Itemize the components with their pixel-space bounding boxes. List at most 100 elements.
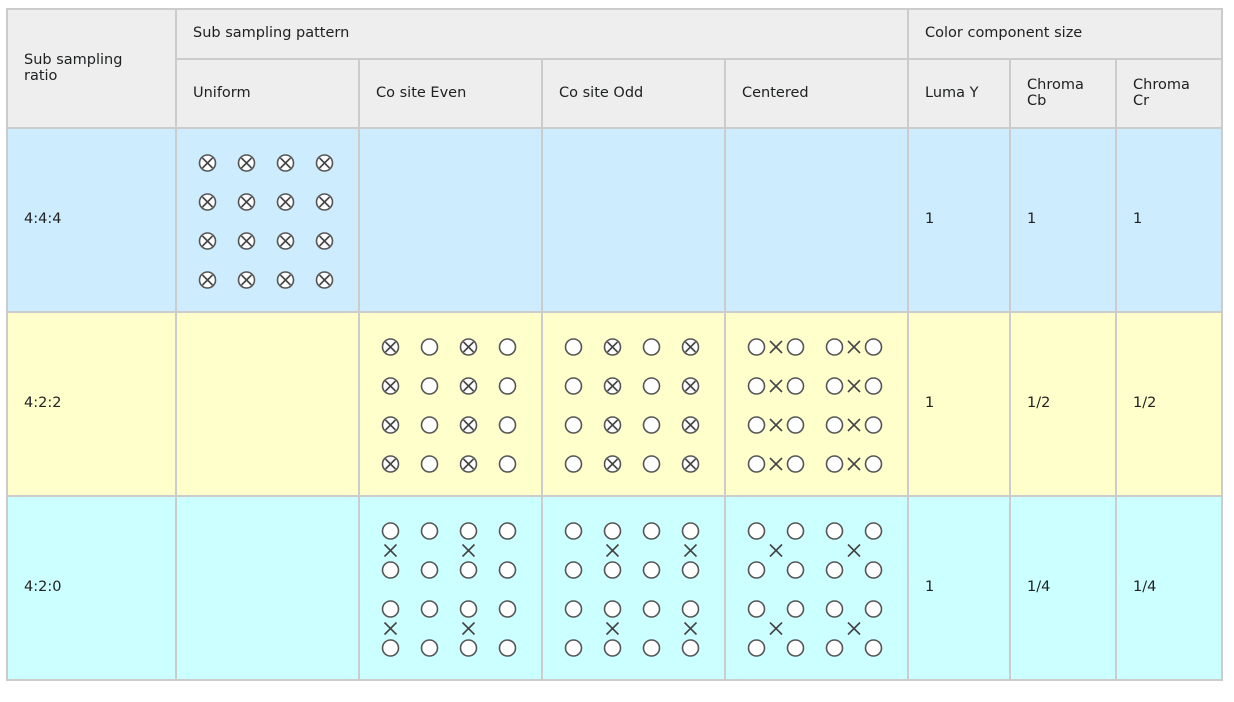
cb-size: 1 bbox=[1009, 127, 1117, 313]
cross-chroma-sample-icon bbox=[605, 543, 620, 558]
circle-sample-icon bbox=[498, 377, 517, 395]
pattern-uniform bbox=[175, 311, 360, 497]
circled-x-sample-icon bbox=[459, 416, 478, 434]
cross-chroma-sample-icon bbox=[847, 379, 861, 393]
circle-sample-icon bbox=[603, 639, 622, 657]
cross-chroma-sample-icon bbox=[769, 543, 783, 558]
circle-sample-icon bbox=[498, 600, 517, 618]
table-row-422: 4:2:2 1 1/2 1/2 bbox=[6, 311, 1223, 497]
circle-sample-icon bbox=[459, 561, 478, 579]
cross-chroma-sample-icon bbox=[383, 543, 398, 558]
circle-sample-icon bbox=[603, 600, 622, 618]
cross-chroma-sample-icon bbox=[461, 543, 476, 558]
circle-sample-icon bbox=[642, 416, 661, 434]
circle-sample-icon bbox=[381, 561, 400, 579]
circle-sample-icon bbox=[864, 455, 883, 473]
circle-sample-icon bbox=[681, 561, 700, 579]
circle-sample-icon bbox=[825, 377, 844, 395]
ratio-cell: 4:2:0 bbox=[6, 495, 177, 681]
circled-x-sample-icon bbox=[681, 455, 700, 473]
pattern-cosite-odd bbox=[541, 495, 726, 681]
cross-chroma-sample-icon bbox=[683, 543, 698, 558]
circle-sample-icon bbox=[864, 416, 883, 434]
circle-sample-icon bbox=[420, 600, 439, 618]
circled-x-sample-icon bbox=[198, 271, 217, 289]
cross-chroma-sample-icon bbox=[461, 621, 476, 636]
circle-sample-icon bbox=[498, 522, 517, 540]
circled-x-sample-icon bbox=[681, 377, 700, 395]
circled-x-sample-icon bbox=[237, 232, 256, 250]
header-cosite-odd: Co site Odd bbox=[541, 58, 726, 129]
circled-x-sample-icon bbox=[315, 271, 334, 289]
circle-sample-icon bbox=[564, 639, 583, 657]
circle-sample-icon bbox=[747, 522, 766, 540]
ratio-cell: 4:2:2 bbox=[6, 311, 177, 497]
cross-chroma-sample-icon bbox=[847, 621, 861, 636]
pattern-uniform bbox=[175, 127, 360, 313]
circled-x-sample-icon bbox=[237, 154, 256, 172]
cross-chroma-sample-icon bbox=[847, 457, 861, 471]
cross-chroma-sample-icon bbox=[769, 418, 783, 432]
circle-sample-icon bbox=[747, 639, 766, 657]
pattern-uniform bbox=[175, 495, 360, 681]
table-row-420: 4:2:0 1 1/4 1/4 bbox=[6, 495, 1223, 681]
circle-sample-icon bbox=[864, 561, 883, 579]
circle-sample-icon bbox=[564, 522, 583, 540]
circled-x-sample-icon bbox=[276, 271, 295, 289]
cross-chroma-sample-icon bbox=[605, 621, 620, 636]
circle-sample-icon bbox=[498, 416, 517, 434]
circle-sample-icon bbox=[747, 600, 766, 618]
circled-x-sample-icon bbox=[381, 377, 400, 395]
circled-x-sample-icon bbox=[603, 377, 622, 395]
luma-size: 1 bbox=[907, 127, 1011, 313]
circled-x-sample-icon bbox=[459, 377, 478, 395]
circle-sample-icon bbox=[420, 522, 439, 540]
circled-x-sample-icon bbox=[603, 338, 622, 356]
cross-chroma-sample-icon bbox=[769, 379, 783, 393]
cross-chroma-sample-icon bbox=[769, 621, 783, 636]
sampling-pattern-grid bbox=[747, 338, 883, 473]
circled-x-sample-icon bbox=[276, 232, 295, 250]
circle-sample-icon bbox=[498, 639, 517, 657]
circled-x-sample-icon bbox=[603, 416, 622, 434]
header-centered: Centered bbox=[724, 58, 909, 129]
circle-sample-icon bbox=[864, 639, 883, 657]
circled-x-sample-icon bbox=[276, 154, 295, 172]
subsampling-table: Sub sampling ratio Sub sampling pattern … bbox=[6, 8, 1223, 681]
circled-x-sample-icon bbox=[603, 455, 622, 473]
cross-chroma-sample-icon bbox=[847, 543, 861, 558]
circle-sample-icon bbox=[642, 338, 661, 356]
circle-sample-icon bbox=[786, 338, 805, 356]
circle-sample-icon bbox=[747, 416, 766, 434]
luma-size: 1 bbox=[907, 311, 1011, 497]
circle-sample-icon bbox=[459, 522, 478, 540]
circled-x-sample-icon bbox=[459, 455, 478, 473]
cross-chroma-sample-icon bbox=[769, 457, 783, 471]
sampling-pattern-grid bbox=[564, 522, 700, 657]
circle-sample-icon bbox=[786, 522, 805, 540]
circle-sample-icon bbox=[864, 377, 883, 395]
circle-sample-icon bbox=[603, 522, 622, 540]
circle-sample-icon bbox=[564, 377, 583, 395]
pattern-cosite-odd bbox=[541, 311, 726, 497]
header-ratio: Sub sampling ratio bbox=[6, 8, 177, 129]
circled-x-sample-icon bbox=[198, 193, 217, 211]
circle-sample-icon bbox=[420, 338, 439, 356]
circle-sample-icon bbox=[825, 338, 844, 356]
circle-sample-icon bbox=[642, 522, 661, 540]
circle-sample-icon bbox=[564, 338, 583, 356]
circle-sample-icon bbox=[747, 455, 766, 473]
sampling-pattern-grid bbox=[381, 522, 517, 657]
circle-sample-icon bbox=[603, 561, 622, 579]
circle-sample-icon bbox=[825, 416, 844, 434]
circle-sample-icon bbox=[747, 338, 766, 356]
circle-sample-icon bbox=[564, 561, 583, 579]
sampling-pattern-grid bbox=[198, 154, 334, 289]
pattern-cosite-even bbox=[358, 495, 543, 681]
circle-sample-icon bbox=[681, 639, 700, 657]
cb-size: 1/4 bbox=[1009, 495, 1117, 681]
cr-size: 1/2 bbox=[1115, 311, 1223, 497]
sampling-pattern-grid bbox=[381, 338, 517, 473]
circle-sample-icon bbox=[681, 522, 700, 540]
circle-sample-icon bbox=[786, 377, 805, 395]
